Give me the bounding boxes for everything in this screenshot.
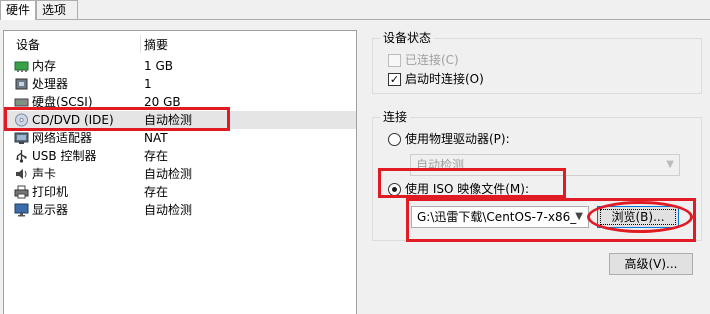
device-row-sound-card[interactable]: 声卡 自动检测 xyxy=(4,165,356,183)
highlight-box-cd-dvd xyxy=(4,107,230,131)
device-list[interactable]: 设备 摘要 内存 1 GB 处理器 1 硬盘(SCSI) 20 GB CD/DV… xyxy=(3,30,357,314)
device-status-title: 设备状态 xyxy=(380,31,435,45)
advanced-button-label: 高级(V)... xyxy=(624,257,678,271)
tab-divider xyxy=(0,19,710,20)
display-icon xyxy=(14,203,29,217)
connect-at-power-on-label: 启动时连接(O) xyxy=(405,72,484,86)
connected-checkbox[interactable] xyxy=(388,54,401,67)
device-summary: NAT xyxy=(144,131,168,145)
chevron-down-icon: ▼ xyxy=(666,159,674,170)
device-summary: 1 xyxy=(144,77,152,91)
device-name: 打印机 xyxy=(32,185,69,199)
highlight-box-iso-option xyxy=(378,168,566,198)
device-row-memory[interactable]: 内存 1 GB xyxy=(4,57,356,75)
device-name: 显示器 xyxy=(32,203,69,217)
device-summary: 自动检测 xyxy=(144,167,193,181)
advanced-button[interactable]: 高级(V)... xyxy=(609,253,693,275)
network-adapter-icon xyxy=(14,132,29,144)
memory-icon xyxy=(14,61,29,72)
tab-options-label: 选项 xyxy=(42,3,67,17)
connect-at-power-on-checkbox[interactable]: ✓ xyxy=(388,73,401,86)
device-name: 内存 xyxy=(32,59,57,73)
device-summary: 存在 xyxy=(144,185,169,199)
printer-icon xyxy=(14,185,29,199)
physical-drive-label: 使用物理驱动器(P): xyxy=(405,132,510,146)
device-name: 网络适配器 xyxy=(32,131,93,145)
column-header-device[interactable]: 设备 xyxy=(16,37,40,53)
tab-options[interactable]: 选项 xyxy=(36,0,78,19)
processor-icon xyxy=(15,78,28,90)
highlight-oval-browse xyxy=(587,201,693,233)
device-name: 处理器 xyxy=(32,77,69,91)
connected-label: 已连接(C) xyxy=(405,53,459,67)
column-separator[interactable] xyxy=(140,35,141,53)
column-header-summary[interactable]: 摘要 xyxy=(144,37,168,53)
tab-hardware-label: 硬件 xyxy=(6,3,31,17)
device-name: USB 控制器 xyxy=(32,149,97,163)
device-row-processor[interactable]: 处理器 1 xyxy=(4,75,356,93)
tab-hardware[interactable]: 硬件 xyxy=(0,0,36,20)
usb-icon xyxy=(16,150,27,163)
device-summary: 存在 xyxy=(144,149,169,163)
sound-card-icon xyxy=(16,169,27,179)
device-name: 声卡 xyxy=(32,167,57,181)
device-row-printer[interactable]: 打印机 存在 xyxy=(4,183,356,201)
device-row-display[interactable]: 显示器 自动检测 xyxy=(4,201,356,219)
connection-title: 连接 xyxy=(380,110,411,124)
device-summary: 自动检测 xyxy=(144,203,193,217)
physical-drive-radio[interactable] xyxy=(388,133,401,146)
device-summary: 1 GB xyxy=(144,59,173,73)
device-row-usb[interactable]: USB 控制器 存在 xyxy=(4,147,356,165)
device-row-network-adapter[interactable]: 网络适配器 NAT xyxy=(4,129,356,147)
